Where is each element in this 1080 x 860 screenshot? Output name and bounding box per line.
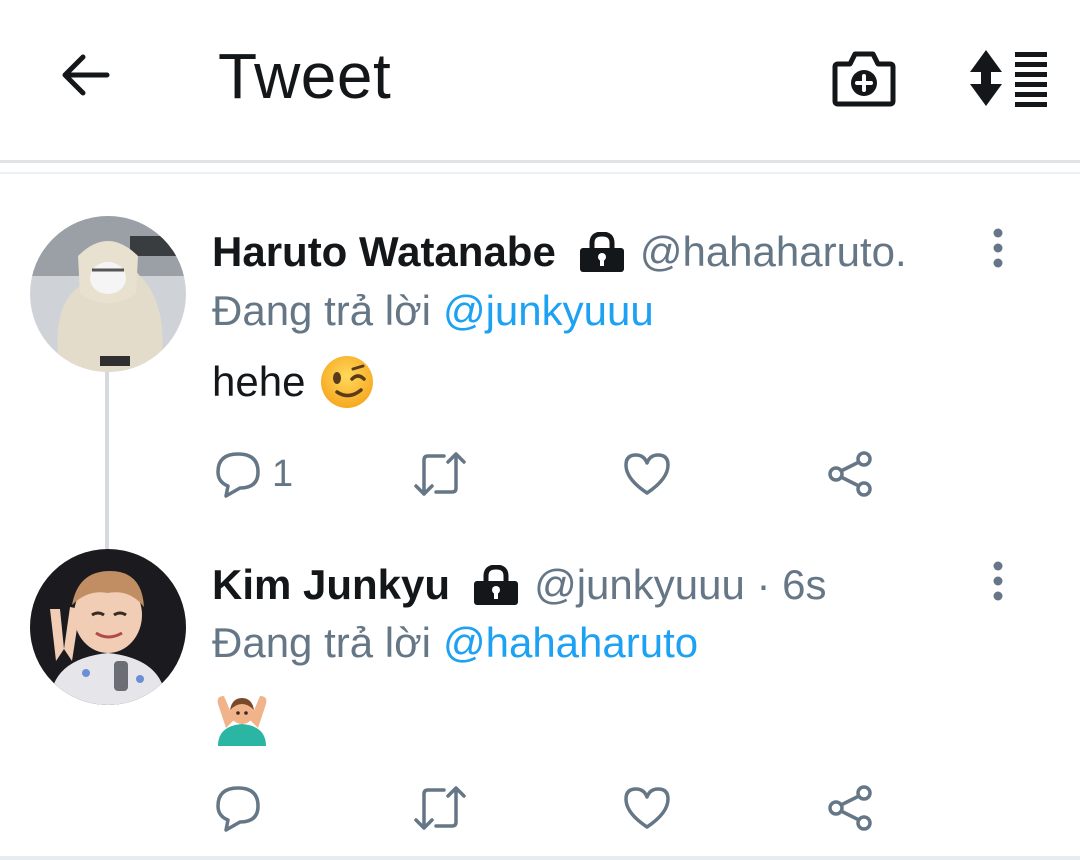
add-photo-button[interactable] [828,42,900,114]
share-button[interactable] [826,778,874,838]
retweet-button[interactable] [412,444,468,504]
replying-to-label: Đang trả lời [212,619,431,666]
share-button[interactable] [826,444,874,504]
tweet-body [212,688,272,748]
reply-icon [216,786,260,832]
more-options-button[interactable] [980,551,1016,611]
share-icon [828,451,872,497]
more-vertical-icon [993,228,1003,268]
tweet-text: hehe [212,358,306,405]
heart-icon [624,787,670,829]
tweet-actions: 1 [200,444,900,504]
lock-icon [472,565,520,605]
lock-icon [578,232,626,272]
arrow-left-icon [62,54,110,96]
share-icon [828,785,872,831]
avatar-photo [30,216,186,372]
page-title: Tweet [218,40,392,112]
reply-button[interactable]: 1 [214,444,293,504]
replying-to-label: Đang trả lời [212,287,431,334]
tweet-thread-screen: Tweet Haruto Watanabe @hahaharuto. Đang … [0,0,1080,860]
retweet-icon [414,452,466,496]
section-divider [0,172,1080,174]
avatar-photo [30,549,186,705]
bottom-divider [0,856,1080,860]
sort-icon [970,50,1047,107]
replying-to: Đang trả lời @junkyuuu [212,282,654,340]
like-button[interactable] [622,778,672,838]
top-app-bar: Tweet [0,0,1080,162]
tweet-actions [200,778,900,838]
replying-to-link[interactable]: @junkyuuu [443,287,654,335]
like-button[interactable] [622,444,672,504]
back-button[interactable] [50,40,120,110]
retweet-button[interactable] [412,778,468,838]
winking-face-emoji [319,354,375,410]
more-vertical-icon [993,561,1003,601]
reply-count: 1 [272,452,294,495]
more-options-button[interactable] [980,218,1016,278]
sort-button[interactable] [966,42,1052,114]
camera-add-icon [832,51,896,107]
avatar[interactable] [30,216,186,372]
reply-button[interactable] [214,778,272,838]
header-divider [0,160,1080,163]
replying-to: Đang trả lời @hahaharuto [212,614,698,672]
display-name[interactable]: Haruto Watanabe [212,228,556,276]
display-name[interactable]: Kim Junkyu [212,561,450,609]
thread-connector-line [105,372,109,550]
tweet-body: hehe [212,352,375,412]
user-handle-and-time: @junkyuuu · 6s [534,561,827,608]
replying-to-link[interactable]: @hahaharuto [443,619,698,667]
person-gesturing-ok-emoji [212,690,272,746]
tweet-header: Haruto Watanabe @hahaharuto. [212,222,907,282]
tweet-header: Kim Junkyu @junkyuuu · 6s [212,555,827,615]
retweet-icon [414,786,466,830]
reply-icon [216,452,260,498]
heart-icon [624,453,670,495]
avatar[interactable] [30,549,186,705]
user-handle: @hahaharuto. [639,228,907,275]
